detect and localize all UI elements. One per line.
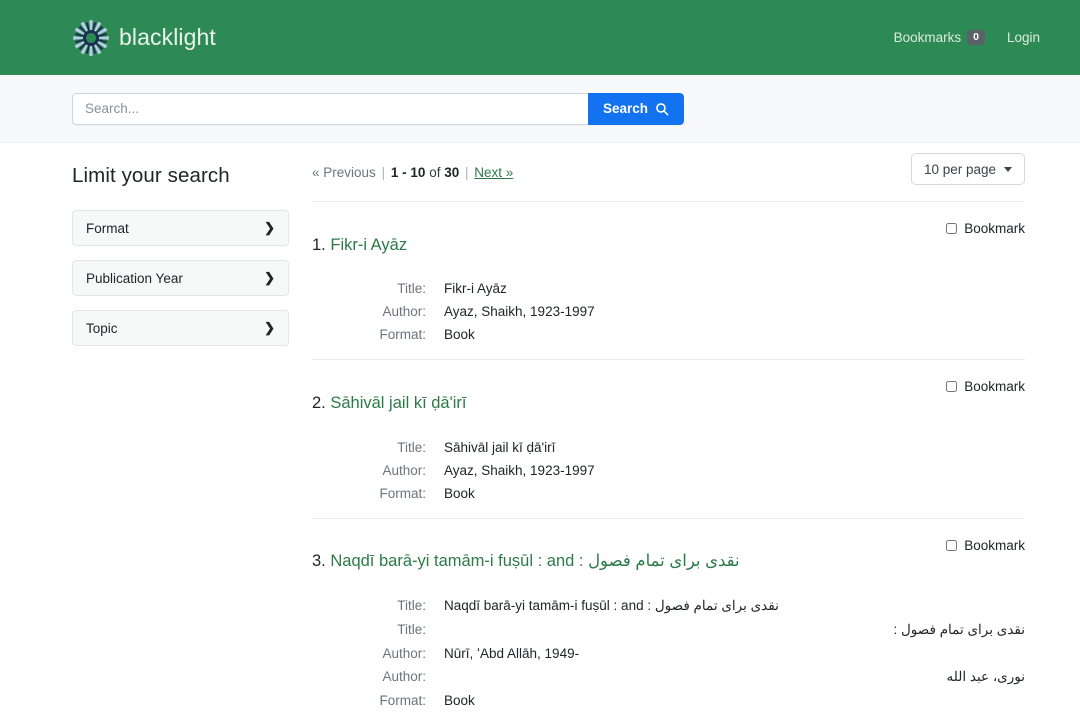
search-button-label: Search bbox=[602, 101, 648, 116]
results-column: « Previous | 1 - 10 of 30 | Next » 10 pe… bbox=[289, 143, 1080, 714]
page-body: Limit your search Format ❯ Publication Y… bbox=[0, 143, 1080, 714]
result-item: 1. Fikr-i Ayāz Bookmark Title: Fikr-i Ayāz A… bbox=[312, 202, 1025, 361]
metadata-value: Naqdī barā-yi tamām-i fuṣūl : and : نقدی… bbox=[444, 598, 779, 614]
bookmark-checkbox[interactable] bbox=[946, 539, 958, 551]
metadata-label: Format: bbox=[379, 485, 426, 501]
search-button[interactable]: Search bbox=[587, 92, 684, 125]
nav-login-label: Login bbox=[1006, 29, 1040, 45]
pagination-total: 30 bbox=[444, 164, 460, 180]
pagination: « Previous | 1 - 10 of 30 | Next » bbox=[312, 159, 513, 180]
result-metadata: Title: Sāhivāl jail kī ḍā'irī Author: Ayaz,… bbox=[312, 440, 1025, 501]
bookmark-toggle[interactable]: Bookmark bbox=[946, 376, 1025, 394]
pagination-range-end: 10 bbox=[410, 164, 426, 180]
result-title: 2. Sāhivāl jail kī ḍā'irī bbox=[312, 393, 946, 414]
bookmark-checkbox[interactable] bbox=[946, 223, 958, 234]
facet-publication-year[interactable]: Publication Year ❯ bbox=[72, 260, 289, 296]
search-bar-region: Search bbox=[0, 75, 1080, 143]
metadata-value: Ayaz, Shaikh, 1923-1997 bbox=[444, 462, 595, 478]
facet-topic[interactable]: Topic ❯ bbox=[72, 310, 289, 346]
metadata-label: Author: bbox=[382, 462, 426, 478]
results-toolbar: « Previous | 1 - 10 of 30 | Next » 10 pe… bbox=[312, 153, 1025, 202]
chevron-right-icon: ❯ bbox=[264, 320, 275, 335]
per-page-label: 10 per page bbox=[923, 161, 996, 177]
metadata-label: Author: bbox=[382, 304, 426, 320]
pagination-divider-right: | bbox=[465, 164, 469, 180]
bookmark-label: Bookmark bbox=[964, 537, 1025, 553]
metadata-value: نقدی برای تمام فصول : bbox=[893, 622, 1026, 638]
facet-list: Format ❯ Publication Year ❯ Topic ❯ bbox=[72, 210, 289, 346]
results-list: 1. Fikr-i Ayāz Bookmark Title: Fikr-i Ayāz A… bbox=[312, 202, 1025, 714]
search-icon bbox=[656, 102, 669, 115]
search-form: Search bbox=[72, 92, 684, 125]
result-header: 2. Sāhivāl jail kī ḍā'irī Bookmark bbox=[312, 376, 1025, 430]
metadata-label: Title: bbox=[397, 598, 426, 614]
sidebar-heading: Limit your search bbox=[72, 164, 230, 187]
chevron-right-icon: ❯ bbox=[264, 270, 275, 285]
pagination-previous: « Previous bbox=[312, 164, 376, 180]
pagination-range-dash: - bbox=[402, 164, 407, 180]
metadata-label: Title: bbox=[397, 439, 426, 455]
metadata-value: Sāhivāl jail kī ḍā'irī bbox=[444, 439, 556, 455]
result-counter: 1. bbox=[312, 235, 326, 254]
metadata-value: Nūrī, ʻAbd Allāh, 1949- bbox=[444, 646, 580, 662]
result-counter: 2. bbox=[312, 393, 326, 412]
metadata-value: Fikr-i Ayāz bbox=[444, 281, 507, 297]
facet-label: Format bbox=[86, 220, 129, 236]
result-item: 2. Sāhivāl jail kī ḍā'irī Bookmark Title: S… bbox=[312, 360, 1025, 519]
header-nav: Bookmarks 0 Login bbox=[893, 29, 1040, 46]
per-page-dropdown[interactable]: 10 per page bbox=[910, 153, 1025, 185]
nav-login[interactable]: Login bbox=[1007, 30, 1040, 45]
nav-bookmarks[interactable]: Bookmarks 0 bbox=[893, 29, 985, 46]
search-input[interactable] bbox=[72, 92, 588, 125]
result-title: 3. Naqdī barā-yi tamām-i fuṣūl : and : ن… bbox=[312, 551, 946, 572]
facets-sidebar: Limit your search Format ❯ Publication Y… bbox=[72, 143, 289, 714]
pagination-divider-left: | bbox=[381, 164, 386, 180]
result-title-link[interactable]: Naqdī barā-yi tamām-i fuṣūl : and : bbox=[330, 552, 588, 570]
metadata-label: Title: bbox=[397, 281, 426, 297]
site-header: blacklight Bookmarks 0 Login bbox=[0, 0, 1080, 75]
metadata-label: Format: bbox=[379, 327, 426, 343]
result-item: 3. Naqdī barā-yi tamām-i fuṣūl : and : ن… bbox=[312, 519, 1025, 714]
nav-bookmarks-label: Bookmarks bbox=[893, 29, 962, 45]
facet-label: Publication Year bbox=[86, 270, 183, 286]
result-title-link[interactable]: Fikr-i Ayāz bbox=[330, 236, 407, 254]
metadata-label: Format: bbox=[379, 693, 426, 709]
brand-link[interactable]: blacklight bbox=[72, 19, 216, 57]
metadata-value: Book bbox=[444, 327, 475, 343]
metadata-value: Ayaz, Shaikh, 1923-1997 bbox=[444, 304, 595, 320]
result-title-link-rtl[interactable]: نقدی برای تمام فصول bbox=[588, 552, 740, 570]
pagination-of-label: of bbox=[429, 164, 441, 180]
result-header: 3. Naqdī barā-yi tamām-i fuṣūl : and : ن… bbox=[312, 535, 1025, 589]
brand-name: blacklight bbox=[119, 24, 216, 50]
facet-label: Topic bbox=[86, 320, 118, 336]
metadata-label: Title: bbox=[397, 622, 426, 638]
result-metadata: Title: Naqdī barā-yi tamām-i fuṣūl : and … bbox=[312, 598, 1025, 708]
pagination-next[interactable]: Next » bbox=[474, 165, 513, 180]
bookmark-toggle[interactable]: Bookmark bbox=[946, 535, 1025, 553]
pagination-range-start: 1 bbox=[390, 164, 399, 180]
bookmarks-count-badge: 0 bbox=[967, 29, 985, 46]
bookmark-label: Bookmark bbox=[964, 221, 1025, 236]
metadata-value: Book bbox=[444, 693, 475, 709]
bookmark-toggle[interactable]: Bookmark bbox=[946, 218, 1025, 236]
metadata-label: Author: bbox=[382, 669, 426, 685]
metadata-value: نوری، عبد الله bbox=[946, 669, 1025, 685]
sunburst-logo-icon bbox=[73, 19, 109, 56]
bookmark-label: Bookmark bbox=[964, 379, 1025, 395]
metadata-value: Book bbox=[444, 485, 475, 501]
result-title-link[interactable]: Sāhivāl jail kī ḍā'irī bbox=[330, 394, 466, 412]
result-header: 1. Fikr-i Ayāz Bookmark bbox=[312, 218, 1025, 272]
bookmark-checkbox[interactable] bbox=[946, 381, 958, 393]
result-metadata: Title: Fikr-i Ayāz Author: Ayaz, Shaikh, 19… bbox=[312, 281, 1025, 342]
chevron-right-icon: ❯ bbox=[264, 220, 275, 235]
metadata-label: Author: bbox=[382, 646, 426, 662]
facet-format[interactable]: Format ❯ bbox=[72, 210, 289, 246]
result-title: 1. Fikr-i Ayāz bbox=[312, 235, 946, 256]
caret-down-icon bbox=[1004, 166, 1012, 172]
result-counter: 3. bbox=[312, 552, 326, 571]
